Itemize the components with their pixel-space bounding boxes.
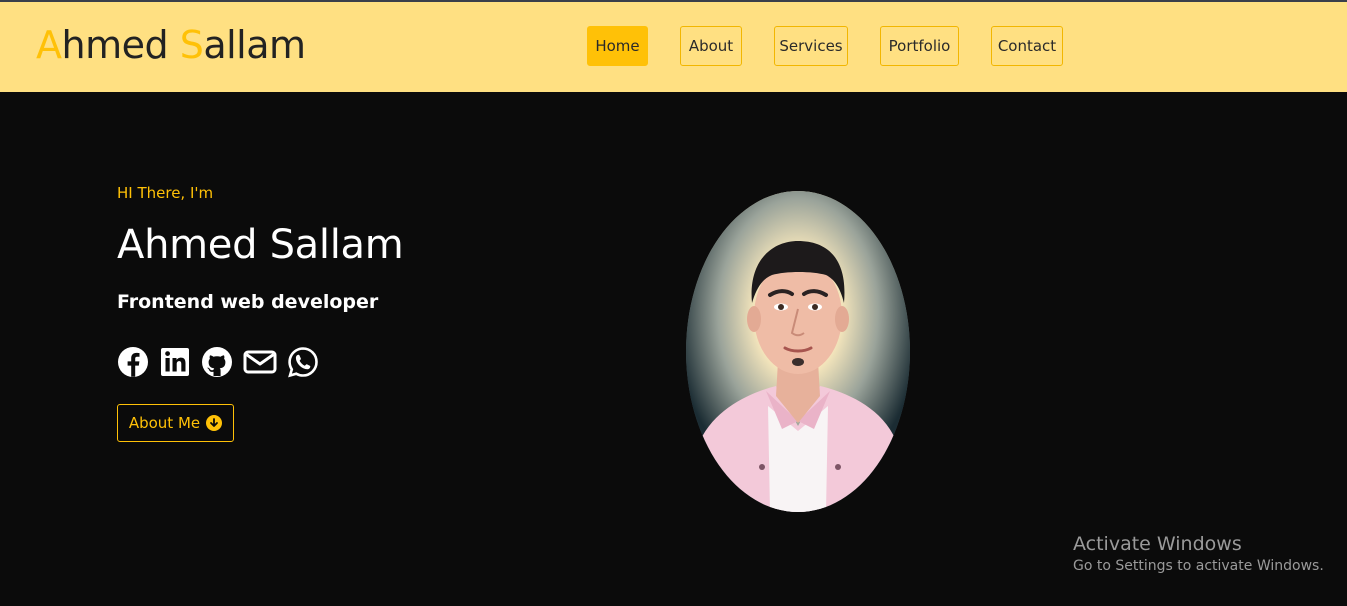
nav-services[interactable]: Services xyxy=(774,26,848,66)
brand-last-initial: S xyxy=(179,23,204,67)
activate-windows-watermark: Activate Windows Go to Settings to activ… xyxy=(1073,532,1324,576)
github-icon[interactable] xyxy=(201,345,235,379)
nav-home[interactable]: Home xyxy=(587,26,648,66)
facebook-icon[interactable] xyxy=(117,345,151,379)
watermark-title: Activate Windows xyxy=(1073,533,1242,555)
nav-portfolio[interactable]: Portfolio xyxy=(880,26,959,66)
envelope-icon[interactable] xyxy=(243,345,277,379)
arrow-down-circle-icon xyxy=(206,415,223,431)
about-me-button[interactable]: About Me xyxy=(117,404,234,442)
nav-about[interactable]: About xyxy=(680,26,742,66)
watermark-subtitle: Go to Settings to activate Windows. xyxy=(1073,558,1324,574)
site-header: Ahmed Sallam Home About Services Portfol… xyxy=(0,2,1347,92)
hero-role: Frontend web developer xyxy=(117,291,379,313)
profile-photo-illustration xyxy=(686,191,910,512)
profile-photo xyxy=(686,191,910,512)
linkedin-icon[interactable] xyxy=(159,345,193,379)
nav-contact[interactable]: Contact xyxy=(991,26,1063,66)
brand-first-rest: hmed xyxy=(61,23,180,67)
about-me-label: About Me xyxy=(128,414,201,432)
site-logo[interactable]: Ahmed Sallam xyxy=(36,22,306,68)
whatsapp-icon[interactable] xyxy=(287,345,321,379)
brand-last-rest: allam xyxy=(203,23,306,67)
hero-greeting: HI There, I'm xyxy=(117,184,214,202)
hero-name: Ahmed Sallam xyxy=(117,222,404,268)
brand-first-initial: A xyxy=(36,23,62,67)
